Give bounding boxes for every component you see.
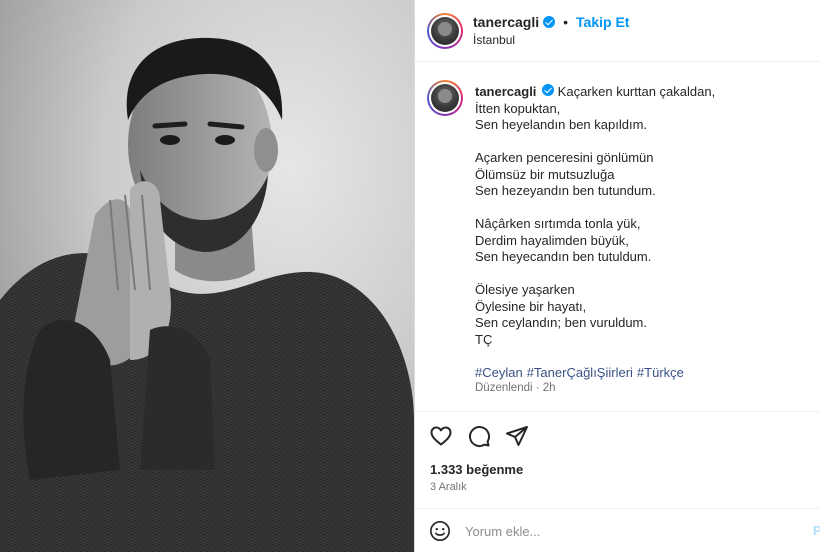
smiley-icon[interactable] [429, 520, 451, 542]
comment-bubble-icon[interactable] [467, 424, 491, 448]
caption-line: Sen ceylandın; ben vuruldum. [475, 315, 647, 330]
heart-icon[interactable] [429, 424, 453, 448]
comment-composer: P [415, 508, 820, 552]
caption-text: Kaçarken kurttan çakaldan, [557, 84, 716, 99]
caption-line: Derdim hayalimden büyük, [475, 232, 629, 248]
paper-plane-icon[interactable] [505, 424, 529, 448]
caption-line: İtten kopuktan, [475, 100, 561, 116]
caption-stanza: Açarken penceresini gönlümün Ölümsüz bir… [475, 150, 805, 200]
hashtag-link[interactable]: #TanerÇağlıŞiirleri [527, 365, 633, 380]
separator-dot: • [563, 14, 569, 30]
portrait-illustration [0, 0, 414, 552]
verified-badge-icon [542, 84, 555, 96]
caption-username[interactable]: tanercagli [475, 84, 536, 99]
caption-line: tanercagli Kaçarken kurttan çakaldan, [475, 84, 805, 101]
hashtag-list: #Ceylan #TanerÇağlıŞiirleri #Türkçe [475, 365, 805, 382]
edited-label: Düzenlendi [475, 382, 533, 394]
comment-input[interactable] [465, 521, 785, 541]
caption-section: tanercagli Kaçarken kurttan çakaldan, İt… [415, 62, 820, 412]
caption-line: TÇ [475, 331, 493, 347]
caption-line: Ölümsüz bir mutsuzluğa [475, 166, 615, 182]
caption-stanza: tanercagli Kaçarken kurttan çakaldan, İt… [475, 84, 805, 134]
post-location[interactable]: İstanbul [473, 33, 515, 47]
caption-line: Sen heyelandın ben kapıldım. [475, 117, 648, 132]
post-detail-panel: tanercagli • Takip Et İstanbul tanercagl… [414, 0, 820, 552]
edited-meta: Düzenlendi · 2h [475, 382, 556, 394]
caption-line: Sen hezeyandın ben tutundum. [475, 183, 656, 198]
author-username[interactable]: tanercagli [473, 14, 539, 30]
caption-author-avatar[interactable] [427, 80, 463, 116]
caption-stanza: Nâçârken sırtımda tonla yük, Derdim haya… [475, 216, 805, 266]
verified-badge-icon [543, 16, 556, 28]
post-comment-button[interactable]: P [813, 523, 820, 538]
caption-stanza: Ölesiye yaşarken Öylesine bir hayatı, Se… [475, 282, 805, 348]
hashtag-link[interactable]: #Türkçe [637, 365, 684, 380]
author-avatar[interactable] [427, 13, 463, 49]
caption-line: Açarken penceresini gönlümün [475, 150, 654, 165]
post-header: tanercagli • Takip Et İstanbul [415, 0, 820, 62]
follow-button[interactable]: Takip Et [576, 14, 629, 30]
caption-line: Ölesiye yaşarken [475, 282, 575, 297]
post-photo[interactable] [0, 0, 414, 552]
author-line: tanercagli • Takip Et [473, 14, 629, 30]
hashtag-link[interactable]: #Ceylan [475, 365, 523, 380]
caption-line: Nâçârken sırtımda tonla yük, [475, 216, 641, 231]
like-count[interactable]: 1.333 beğenme [430, 462, 523, 477]
caption-line: Sen heyecandın ben tutuldum. [475, 249, 652, 264]
edited-time[interactable]: 2h [543, 382, 556, 394]
post-caption: tanercagli Kaçarken kurttan çakaldan, İt… [475, 84, 805, 381]
post-date[interactable]: 3 Aralık [430, 481, 467, 493]
action-bar [429, 424, 529, 448]
caption-line: Öylesine bir hayatı, [475, 298, 587, 314]
